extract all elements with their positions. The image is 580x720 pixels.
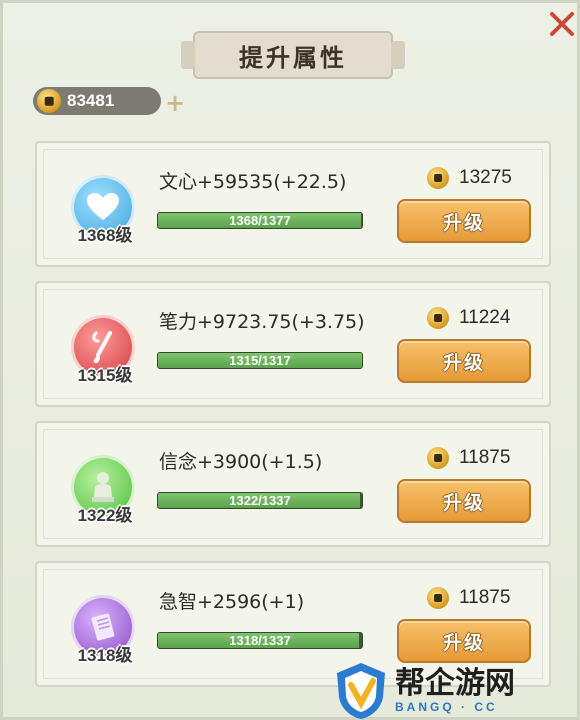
upgrade-button[interactable]: 升级 (397, 479, 531, 523)
upgrade-button[interactable]: 升级 (397, 339, 531, 383)
progress-text: 1322/1337 (229, 493, 291, 508)
level-label: 1322级 (77, 506, 133, 525)
upgrade-label: 升级 (442, 211, 485, 234)
watermark-subtext: BANGQ · CC (395, 700, 498, 714)
coin-icon (427, 167, 449, 189)
upgrade-label: 升级 (442, 351, 485, 374)
progress-bar: 1322/1337 (157, 492, 363, 509)
close-button[interactable] (545, 7, 579, 41)
coin-icon (37, 89, 61, 113)
close-icon (550, 12, 574, 36)
level-label: 1368级 (77, 226, 133, 245)
progress-bar: 1368/1377 (157, 212, 363, 229)
attribute-name: 急智+2596(+1) (159, 591, 305, 613)
progress-text: 1368/1377 (229, 213, 291, 228)
coin-icon (427, 447, 449, 469)
title-banner: 提升属性 (181, 31, 405, 79)
coin-icon (427, 587, 449, 609)
attribute-card-wenxin: 1368级 文心+59535(+22.5) 1368/1377 13275 升级 (35, 141, 551, 267)
site-watermark: 帮企游网 BANGQ · CC (333, 659, 580, 720)
attribute-name: 文心+59535(+22.5) (159, 171, 347, 193)
cost-value: 11875 (459, 447, 511, 468)
upgrade-cost: 11224 (427, 307, 510, 329)
cost-value: 13275 (459, 167, 512, 188)
progress-text: 1315/1317 (229, 353, 291, 368)
progress-bar: 1318/1337 (157, 632, 363, 649)
progress-bar: 1315/1317 (157, 352, 363, 369)
add-currency-icon[interactable]: + (165, 89, 185, 117)
upgrade-button[interactable]: 升级 (397, 199, 531, 243)
currency-display: 83481 (33, 87, 161, 115)
attribute-card-xinnian: 1322级 信念+3900(+1.5) 1322/1337 11875 升级 (35, 421, 551, 547)
progress-text: 1318/1337 (229, 633, 291, 648)
attribute-name: 笔力+9723.75(+3.75) (159, 311, 365, 333)
upgrade-cost: 13275 (427, 167, 512, 189)
upgrade-label: 升级 (442, 631, 485, 654)
upgrade-button[interactable]: 升级 (397, 619, 531, 663)
attribute-panel: 提升属性 83481 + 1368级 文心+59535(+22.5) 1368/… (0, 0, 580, 720)
attribute-name: 信念+3900(+1.5) (159, 451, 323, 473)
cost-value: 11875 (459, 587, 511, 608)
upgrade-cost: 11875 (427, 447, 510, 469)
shield-logo-icon (337, 663, 385, 719)
level-label: 1315级 (77, 366, 133, 385)
upgrade-cost: 11875 (427, 587, 510, 609)
page-title: 提升属性 (239, 42, 347, 72)
watermark-text: 帮企游网 (395, 666, 515, 701)
cost-value: 11224 (459, 307, 511, 328)
coin-icon (427, 307, 449, 329)
upgrade-label: 升级 (442, 491, 485, 514)
level-label: 1318级 (77, 646, 133, 665)
currency-value: 83481 (67, 91, 115, 110)
attribute-card-bili: 1315级 笔力+9723.75(+3.75) 1315/1317 11224 … (35, 281, 551, 407)
